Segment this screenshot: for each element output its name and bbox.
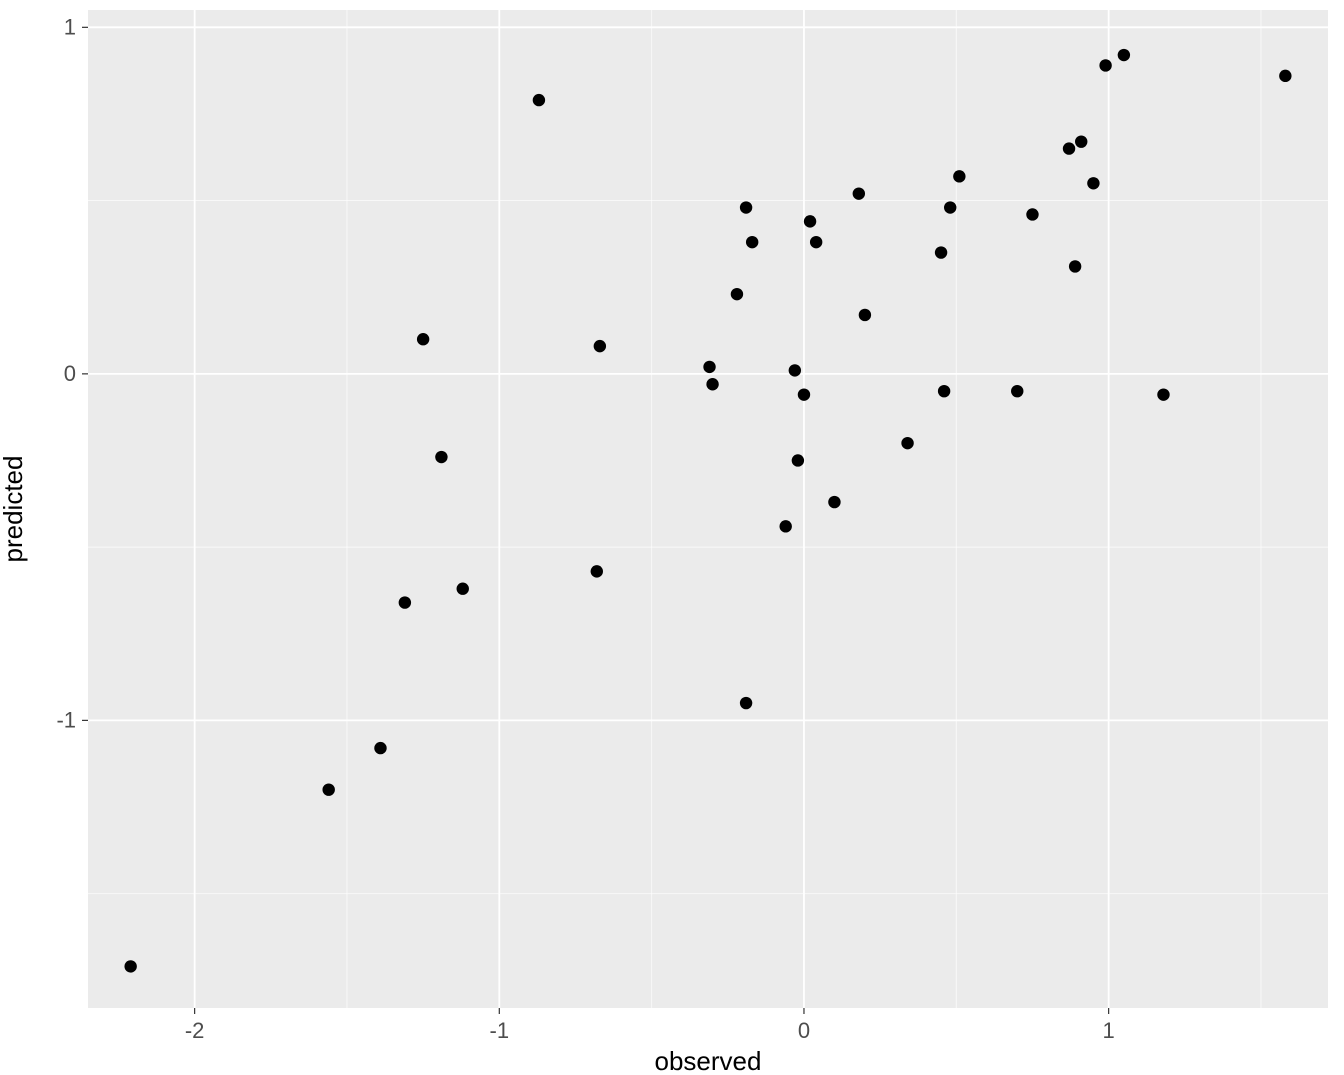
data-point [798,388,810,400]
plot-panel [88,10,1328,1008]
scatter-chart: -2 -1 0 1 -1 0 1 observed predicted [0,0,1344,1075]
data-point [746,236,758,248]
data-point [703,361,715,373]
data-point [935,246,947,258]
data-point [594,340,606,352]
data-point [740,201,752,213]
data-point [435,451,447,463]
data-point [1087,177,1099,189]
data-point [1063,142,1075,154]
data-point [533,94,545,106]
data-point [859,309,871,321]
data-point [417,333,429,345]
data-point [706,378,718,390]
data-point [804,215,816,227]
data-point [124,960,136,972]
data-point [322,783,334,795]
data-point [1026,208,1038,220]
data-point [399,596,411,608]
data-point [1099,59,1111,71]
data-point [1011,385,1023,397]
data-point [944,201,956,213]
data-point [779,520,791,532]
data-point [828,496,840,508]
y-tick-label: 0 [64,361,76,386]
data-point [789,364,801,376]
data-point [1069,260,1081,272]
x-tick-label: -1 [490,1018,510,1043]
chart-svg: -2 -1 0 1 -1 0 1 observed predicted [0,0,1344,1075]
data-point [1279,70,1291,82]
data-point [810,236,822,248]
data-point [457,583,469,595]
y-tick-label: -1 [56,707,76,732]
x-axis-title: observed [655,1046,762,1075]
data-point [374,742,386,754]
x-tick-label: -2 [185,1018,205,1043]
data-point [1157,388,1169,400]
data-point [1075,135,1087,147]
y-tick-label: 1 [64,14,76,39]
data-point [740,697,752,709]
data-point [1118,49,1130,61]
data-point [731,288,743,300]
data-point [938,385,950,397]
x-tick-label: 1 [1103,1018,1115,1043]
data-point [792,454,804,466]
data-point [953,170,965,182]
data-point [591,565,603,577]
data-point [901,437,913,449]
data-point [853,187,865,199]
y-axis-title: predicted [0,456,28,563]
x-tick-label: 0 [798,1018,810,1043]
